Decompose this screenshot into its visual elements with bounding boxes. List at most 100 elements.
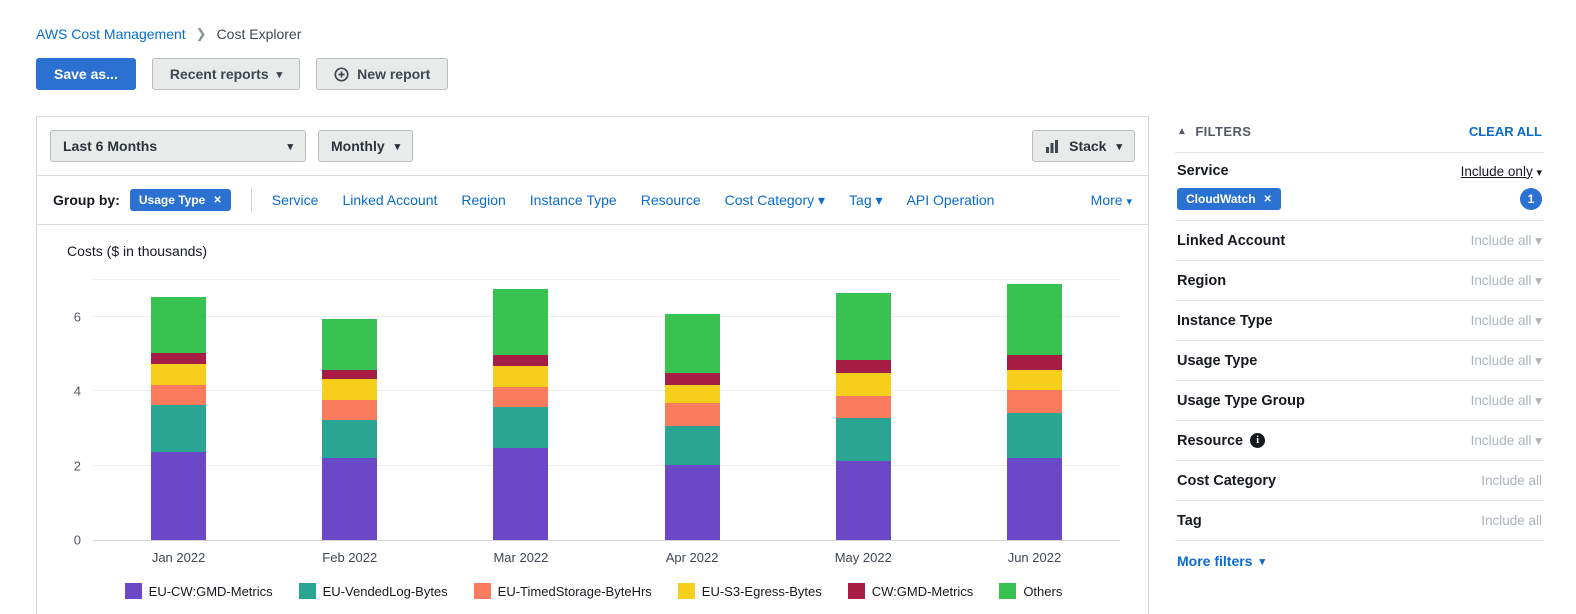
bar-segment-eu-timedstorage-bytehrs[interactable] xyxy=(1007,390,1062,412)
breadcrumb-root-link[interactable]: AWS Cost Management xyxy=(36,26,186,42)
stacked-bar-jan-2022[interactable] xyxy=(151,297,206,540)
group-by-active-tag[interactable]: Usage Type ✕ xyxy=(130,189,231,211)
legend-item-eu-vendedlog-bytes[interactable]: EU-VendedLog-Bytes xyxy=(299,583,448,599)
service-tag-label: CloudWatch xyxy=(1186,192,1256,206)
info-icon[interactable]: i xyxy=(1250,433,1265,448)
filter-mode-dropdown[interactable]: Include only ▾ xyxy=(1461,164,1542,179)
bar-segment-others[interactable] xyxy=(665,314,720,374)
service-filter-tag[interactable]: CloudWatch ✕ xyxy=(1177,188,1281,210)
group-by-link-linked-account[interactable]: Linked Account xyxy=(342,192,437,208)
filter-count-badge: 1 xyxy=(1520,188,1542,210)
bar-segment-others[interactable] xyxy=(493,289,548,355)
bar-segment-others[interactable] xyxy=(836,293,891,360)
bar-segment-eu-vendedlog-bytes[interactable] xyxy=(493,407,548,448)
legend-item-eu-timedstorage-bytehrs[interactable]: EU-TimedStorage-ByteHrs xyxy=(474,583,652,599)
filter-mode-dropdown[interactable]: Include all ▾ xyxy=(1471,353,1542,369)
chevron-down-icon: ▾ xyxy=(1259,555,1265,568)
stacked-bar-jun-2022[interactable] xyxy=(1007,284,1062,540)
bar-segment-eu-s3-egress-bytes[interactable] xyxy=(493,366,548,387)
bar-segment-eu-cw-gmd-metrics[interactable] xyxy=(836,461,891,540)
stacked-bar-feb-2022[interactable] xyxy=(322,319,377,540)
filter-mode-dropdown[interactable]: Include all xyxy=(1481,513,1542,528)
bar-segment-cw-gmd-metrics[interactable] xyxy=(665,373,720,384)
filter-label: Tag xyxy=(1177,513,1202,529)
filter-mode-dropdown[interactable]: Include all ▾ xyxy=(1471,433,1542,449)
stacked-bar-apr-2022[interactable] xyxy=(665,314,720,540)
clear-all-link[interactable]: CLEAR ALL xyxy=(1469,124,1542,139)
bar-segment-eu-s3-egress-bytes[interactable] xyxy=(322,379,377,400)
bar-segment-eu-timedstorage-bytehrs[interactable] xyxy=(322,400,377,421)
bar-segment-cw-gmd-metrics[interactable] xyxy=(1007,355,1062,370)
bar-segment-others[interactable] xyxy=(1007,284,1062,355)
group-by-more-link[interactable]: More ▾ xyxy=(1091,192,1132,208)
bar-segment-eu-cw-gmd-metrics[interactable] xyxy=(665,465,720,540)
filters-header: ▲ FILTERS CLEAR ALL xyxy=(1175,120,1544,152)
bar-segment-eu-s3-egress-bytes[interactable] xyxy=(836,373,891,395)
group-by-link-resource[interactable]: Resource xyxy=(641,192,701,208)
filters-collapse-toggle[interactable]: ▲ FILTERS xyxy=(1177,124,1251,139)
bar-segment-others[interactable] xyxy=(151,297,206,353)
group-by-link-region[interactable]: Region xyxy=(461,192,505,208)
breadcrumb-current: Cost Explorer xyxy=(217,26,302,42)
bar-segment-others[interactable] xyxy=(322,319,377,370)
date-range-value: Last 6 Months xyxy=(63,138,157,154)
bar-segment-eu-vendedlog-bytes[interactable] xyxy=(1007,413,1062,458)
filter-row-cost-category: Cost CategoryInclude all xyxy=(1175,460,1544,500)
filter-mode-dropdown[interactable]: Include all xyxy=(1481,473,1542,488)
bar-segment-eu-timedstorage-bytehrs[interactable] xyxy=(665,403,720,425)
chart-title: Costs ($ in thousands) xyxy=(67,243,1120,259)
bar-segment-eu-timedstorage-bytehrs[interactable] xyxy=(493,387,548,408)
save-as-button[interactable]: Save as... xyxy=(36,58,136,90)
filter-mode-dropdown[interactable]: Include all ▾ xyxy=(1471,233,1542,249)
bar-segment-eu-cw-gmd-metrics[interactable] xyxy=(151,452,206,540)
close-icon[interactable]: ✕ xyxy=(1264,194,1272,205)
recent-reports-button[interactable]: Recent reports ▾ xyxy=(152,58,300,90)
group-by-link-api-operation[interactable]: API Operation xyxy=(907,192,995,208)
legend-item-eu-cw-gmd-metrics[interactable]: EU-CW:GMD-Metrics xyxy=(125,583,273,599)
filter-label: Resourcei xyxy=(1177,433,1265,449)
legend-item-cw-gmd-metrics[interactable]: CW:GMD-Metrics xyxy=(848,583,974,599)
stacked-bar-may-2022[interactable] xyxy=(836,293,891,540)
filter-row-resource: Resourcei Include all ▾ xyxy=(1175,420,1544,460)
close-icon[interactable]: ✕ xyxy=(213,195,221,206)
granularity-select[interactable]: Monthly ▾ xyxy=(318,130,413,162)
legend-item-eu-s3-egress-bytes[interactable]: EU-S3-Egress-Bytes xyxy=(678,583,822,599)
stacked-bar-mar-2022[interactable] xyxy=(493,289,548,540)
legend-swatch xyxy=(999,583,1016,599)
breadcrumb: AWS Cost Management ❯ Cost Explorer xyxy=(36,26,1544,42)
bar-segment-eu-vendedlog-bytes[interactable] xyxy=(322,420,377,457)
bar-segment-eu-cw-gmd-metrics[interactable] xyxy=(1007,458,1062,540)
bar-segment-eu-timedstorage-bytehrs[interactable] xyxy=(151,385,206,406)
filter-mode-dropdown[interactable]: Include all ▾ xyxy=(1471,393,1542,409)
bar-segment-eu-cw-gmd-metrics[interactable] xyxy=(322,458,377,540)
report-toolbar: Save as... Recent reports ▾ New report xyxy=(36,58,1544,90)
filter-mode-dropdown[interactable]: Include all ▾ xyxy=(1471,273,1542,289)
bar-segment-eu-s3-egress-bytes[interactable] xyxy=(151,364,206,385)
bar-segment-eu-vendedlog-bytes[interactable] xyxy=(836,418,891,461)
legend-item-others[interactable]: Others xyxy=(999,583,1062,599)
bar-segment-cw-gmd-metrics[interactable] xyxy=(322,370,377,379)
legend-swatch xyxy=(678,583,695,599)
bar-segment-cw-gmd-metrics[interactable] xyxy=(151,353,206,364)
new-report-button[interactable]: New report xyxy=(316,58,448,90)
filter-mode-dropdown[interactable]: Include all ▾ xyxy=(1471,313,1542,329)
legend-swatch xyxy=(299,583,316,599)
group-by-link-instance-type[interactable]: Instance Type xyxy=(530,192,617,208)
group-by-label: Group by: xyxy=(53,192,120,208)
bar-segment-eu-s3-egress-bytes[interactable] xyxy=(665,385,720,404)
bar-segment-eu-cw-gmd-metrics[interactable] xyxy=(493,448,548,540)
chevron-down-icon: ▾ xyxy=(287,140,293,153)
more-filters-link[interactable]: More filters ▾ xyxy=(1175,540,1544,581)
bar-segment-eu-s3-egress-bytes[interactable] xyxy=(1007,370,1062,391)
chart-style-select[interactable]: Stack ▾ xyxy=(1032,130,1135,162)
bar-segment-cw-gmd-metrics[interactable] xyxy=(493,355,548,366)
bar-segment-eu-vendedlog-bytes[interactable] xyxy=(665,426,720,465)
group-by-link-tag[interactable]: Tag ▾ xyxy=(849,192,883,209)
bar-segment-cw-gmd-metrics[interactable] xyxy=(836,360,891,373)
group-by-link-cost-category[interactable]: Cost Category ▾ xyxy=(725,192,825,209)
bar-segment-eu-timedstorage-bytehrs[interactable] xyxy=(836,396,891,418)
bar-segment-eu-vendedlog-bytes[interactable] xyxy=(151,405,206,452)
group-by-link-service[interactable]: Service xyxy=(272,192,319,208)
date-range-select[interactable]: Last 6 Months ▾ xyxy=(50,130,306,162)
chevron-right-icon: ❯ xyxy=(196,26,207,42)
